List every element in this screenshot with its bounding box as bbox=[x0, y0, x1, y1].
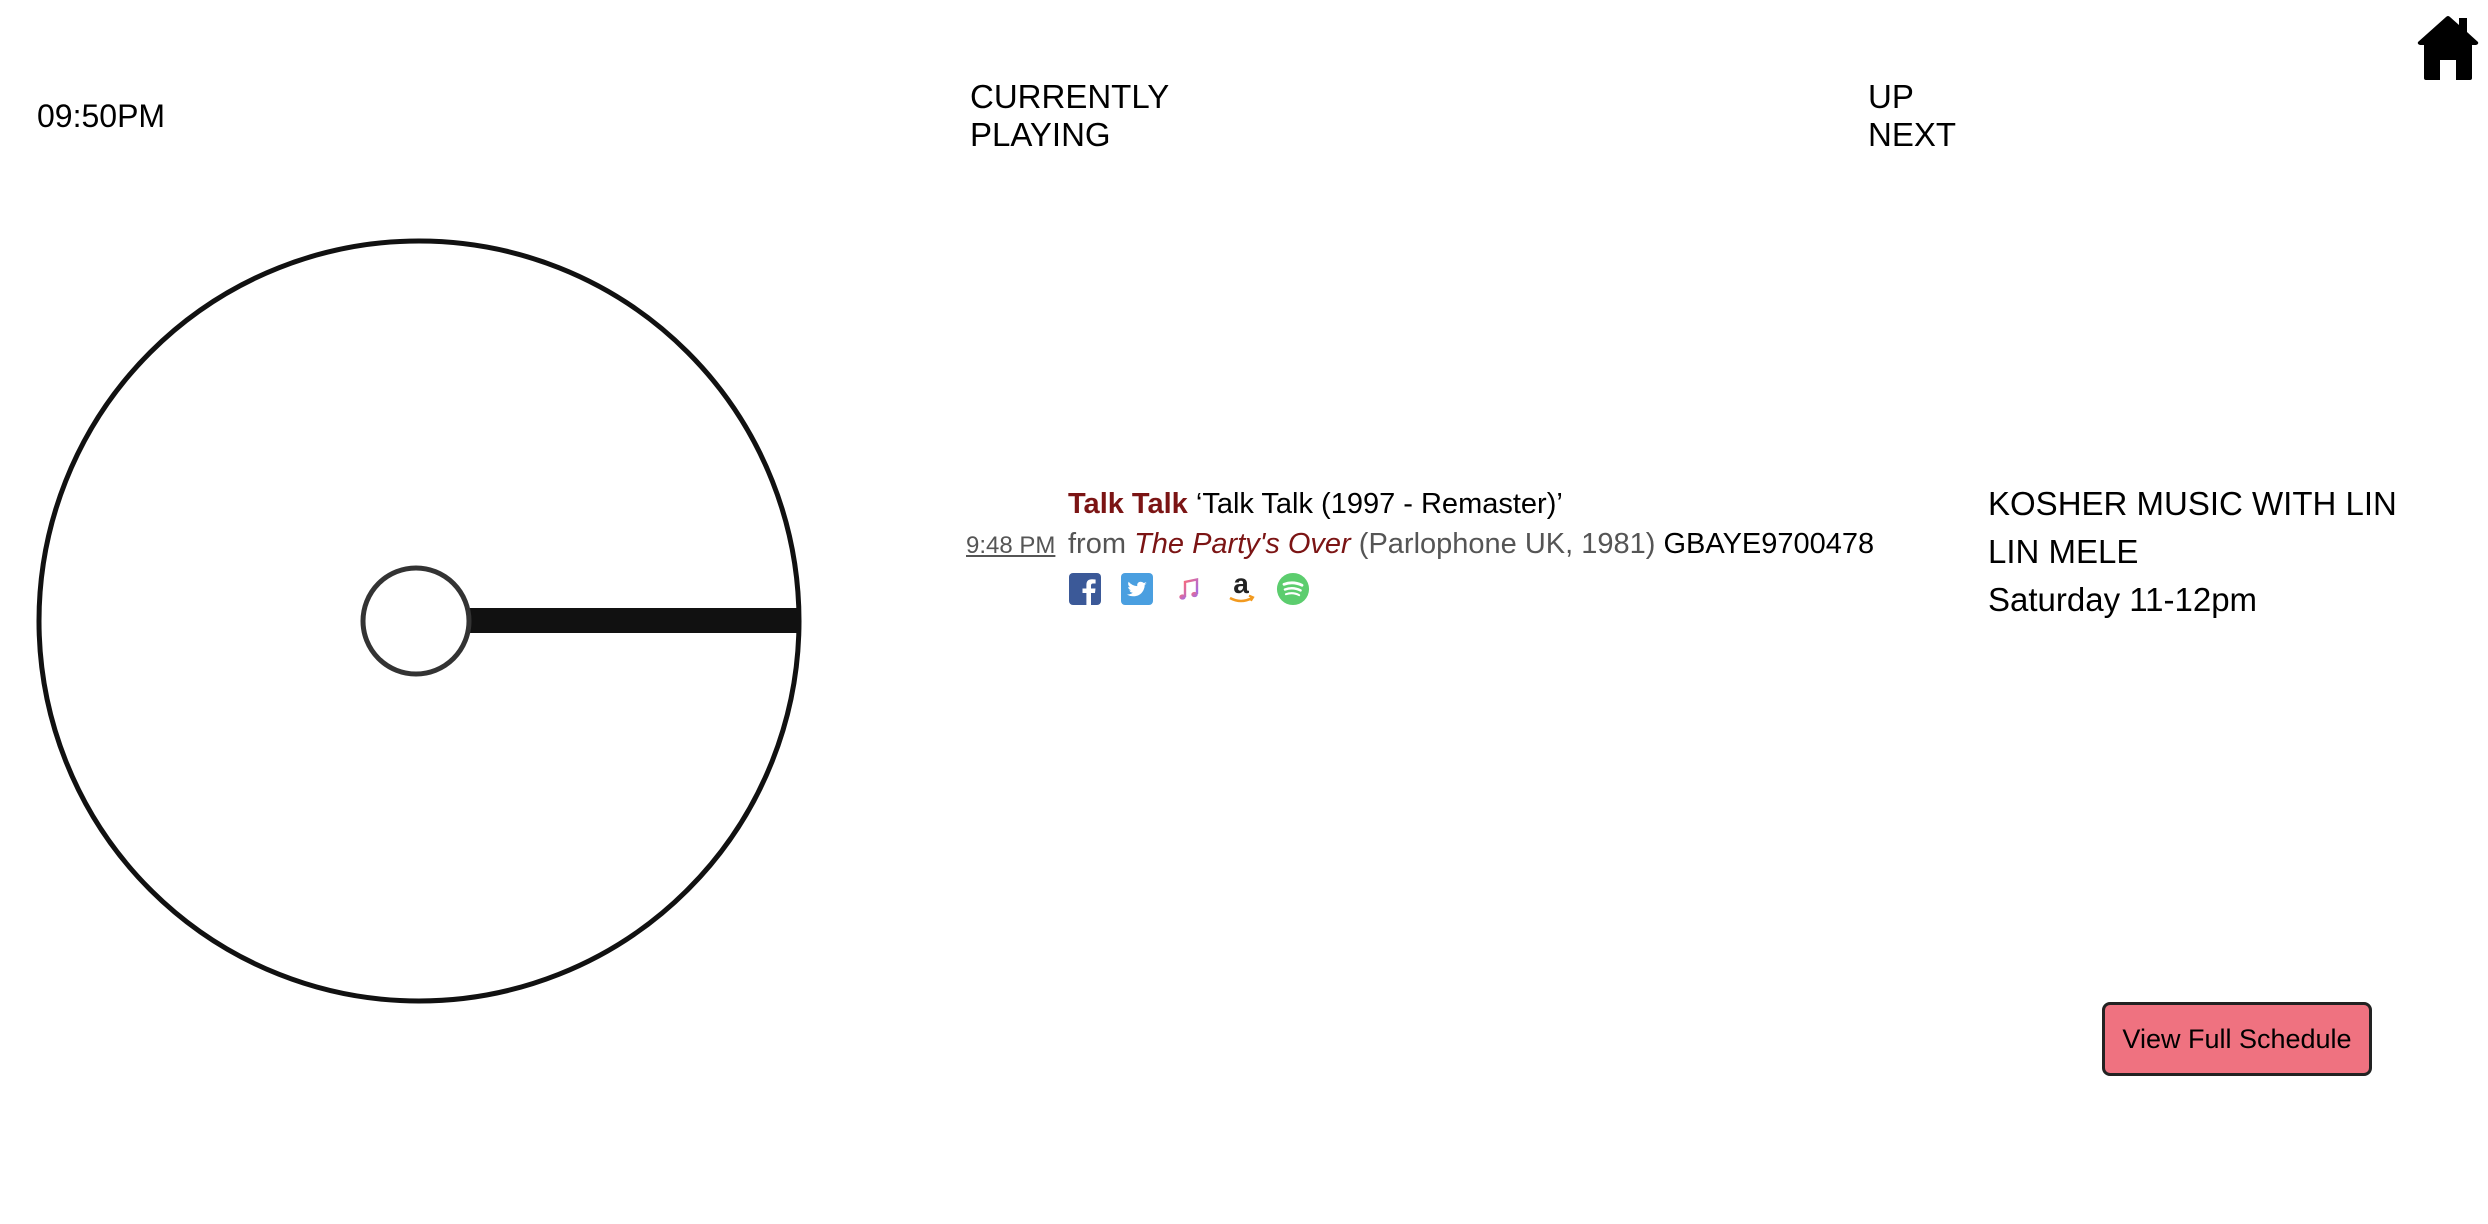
facebook-share-button[interactable] bbox=[1068, 572, 1102, 606]
song-title: ‘Talk Talk (1997 - Remaster)’ bbox=[1195, 488, 1563, 520]
next-show-time: Saturday 11-12pm bbox=[1988, 581, 2258, 618]
clock-time: 09:50PM bbox=[37, 98, 166, 134]
track-detail-line: 9:48 PM from The Party's Over (Parlophone… bbox=[966, 524, 1916, 566]
currently-heading-line2: PLAYING bbox=[970, 116, 1111, 153]
spotify-icon bbox=[1276, 572, 1310, 606]
apple-music-button[interactable] bbox=[1172, 572, 1206, 606]
dial-hand bbox=[464, 608, 800, 633]
currently-heading-line1: CURRENTLY bbox=[970, 78, 1170, 115]
track-title-line: Talk Talk ‘Talk Talk (1997 - Remaster)’ bbox=[966, 484, 1916, 524]
currently-playing-heading: CURRENTLY PLAYING bbox=[970, 78, 1169, 154]
artist-name[interactable]: Talk Talk bbox=[1068, 488, 1188, 520]
home-button[interactable] bbox=[2388, 12, 2488, 82]
isrc-code: GBAYE9700478 bbox=[1663, 528, 1875, 560]
apple-music-icon bbox=[1179, 578, 1199, 600]
next-show-title[interactable]: KOSHER MUSIC WITH LIN LIN MELE bbox=[1988, 480, 2428, 576]
label-info: (Parlophone UK, 1981) bbox=[1358, 528, 1656, 560]
amazon-icon: a bbox=[1229, 571, 1255, 603]
track-time[interactable]: 9:48 PM bbox=[966, 526, 1068, 566]
up-next-heading: UP NEXT bbox=[1868, 78, 1956, 154]
clock-dial bbox=[36, 238, 802, 1004]
spotify-button[interactable] bbox=[1276, 572, 1310, 606]
from-label: from bbox=[1068, 528, 1126, 560]
up-next-heading-line1: UP bbox=[1868, 78, 1914, 115]
facebook-icon bbox=[1069, 573, 1101, 605]
share-icons: a bbox=[966, 571, 1916, 606]
twitter-share-button[interactable] bbox=[1120, 572, 1154, 606]
next-show: KOSHER MUSIC WITH LIN LIN MELE Saturday … bbox=[1988, 480, 2428, 624]
svg-text:a: a bbox=[1233, 571, 1249, 599]
album-title[interactable]: The Party's Over bbox=[1134, 528, 1351, 560]
view-full-schedule-button[interactable]: View Full Schedule bbox=[2102, 1002, 2372, 1076]
current-track: Talk Talk ‘Talk Talk (1997 - Remaster)’ … bbox=[966, 484, 1916, 606]
home-icon bbox=[2417, 16, 2479, 80]
dial-center-circle bbox=[360, 565, 472, 677]
amazon-button[interactable]: a bbox=[1224, 571, 1258, 606]
up-next-heading-line2: NEXT bbox=[1868, 116, 1957, 153]
twitter-icon bbox=[1121, 573, 1153, 605]
